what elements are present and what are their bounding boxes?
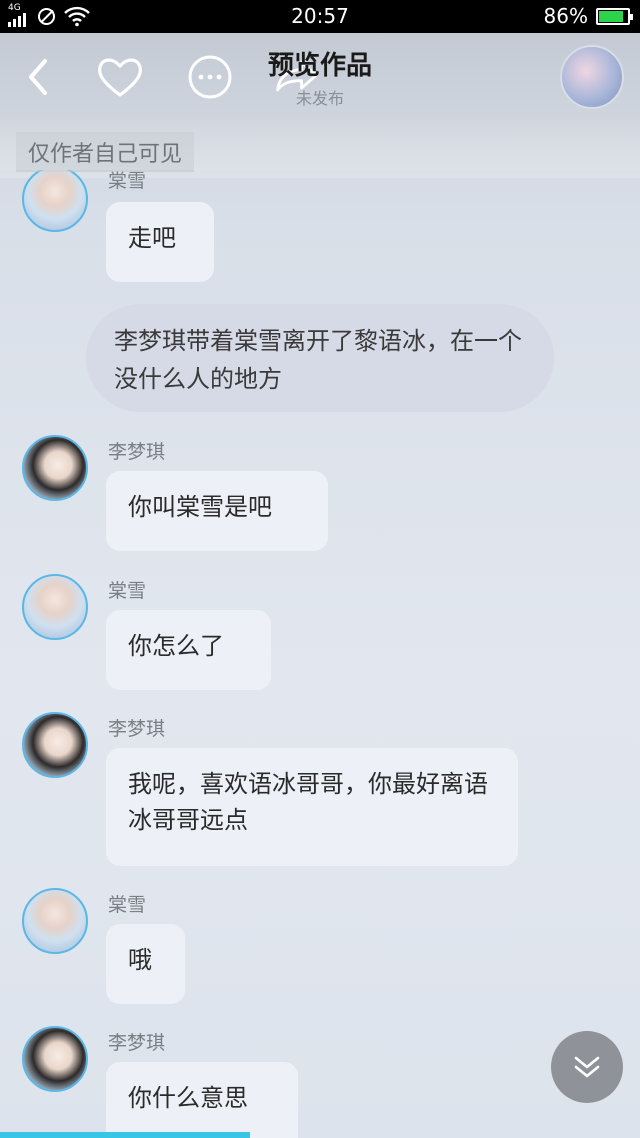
sender-name: 李梦琪: [108, 718, 166, 740]
header: 预览作品 未发布: [0, 33, 640, 120]
avatar-limengqi[interactable]: [22, 435, 88, 501]
message-bubble[interactable]: 你什么意思: [106, 1062, 298, 1138]
battery-percent: 86%: [543, 4, 588, 28]
sender-name: 李梦琪: [108, 441, 166, 463]
narration-bubble[interactable]: 李梦琪带着棠雪离开了黎语冰，在一个没什么人的地方: [86, 304, 554, 412]
sender-name: 李梦琪: [108, 1032, 166, 1054]
visibility-notice-overlay: 仅作者自己可见: [0, 120, 640, 172]
avatar-tangxue[interactable]: [22, 574, 88, 640]
sender-name: 棠雪: [108, 894, 147, 916]
reading-progress-bar: [0, 1132, 640, 1138]
message-bubble[interactable]: 走吧: [106, 202, 214, 282]
page-title: 预览作品: [267, 51, 372, 81]
status-bar: 4G 20:57 86%: [0, 0, 640, 33]
message-bubble[interactable]: 哦: [106, 924, 185, 1004]
message-bubble[interactable]: 你怎么了: [106, 610, 271, 690]
publish-status: 未发布: [295, 89, 344, 108]
reading-progress-fill: [0, 1132, 250, 1138]
message-bubble[interactable]: 我呢，喜欢语冰哥哥，你最好离语冰哥哥远点: [106, 748, 518, 866]
status-right: 86%: [543, 4, 633, 28]
author-avatar[interactable]: [560, 45, 624, 109]
avatar-tangxue[interactable]: [22, 888, 88, 954]
avatar-limengqi[interactable]: [22, 712, 88, 778]
message-bubble[interactable]: 你叫棠雪是吧: [106, 471, 328, 551]
avatar-tangxue[interactable]: [22, 166, 88, 232]
avatar-limengqi[interactable]: [22, 1026, 88, 1092]
scroll-to-bottom-button[interactable]: [551, 1031, 623, 1103]
sender-name: 棠雪: [108, 580, 147, 602]
battery-fill: [599, 10, 624, 22]
visibility-notice-text-overlay: 仅作者自己可见: [16, 132, 195, 172]
double-chevron-down-icon: [574, 1056, 600, 1078]
battery-icon: [596, 7, 633, 25]
